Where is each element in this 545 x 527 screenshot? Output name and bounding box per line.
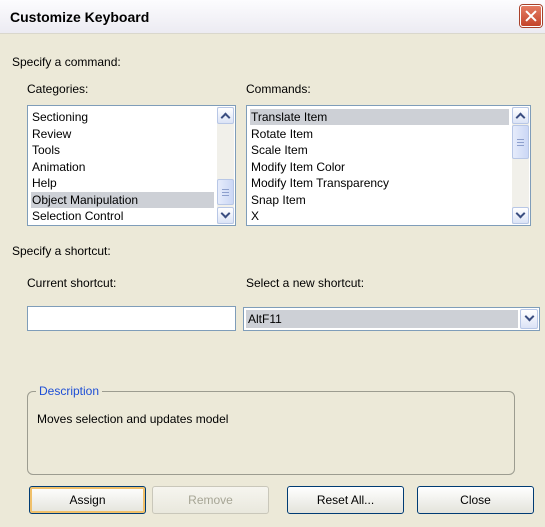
chevron-down-icon [515,208,526,219]
list-item[interactable]: X [250,208,509,224]
list-item[interactable]: Translate Item [250,109,509,125]
categories-list[interactable]: Sectioning Review Tools Animation Help Object… [27,105,236,226]
list-item[interactable]: Modify Item Color [250,159,509,175]
categories-label: Categories: [27,82,89,96]
list-item[interactable]: Rotate Item [250,126,509,142]
current-shortcut-label: Current shortcut: [27,276,117,290]
shortcut-section-heading: Specify a shortcut: [12,244,111,258]
list-item[interactable]: Scale Item [250,142,509,158]
list-item[interactable]: Animation [31,159,214,175]
list-item[interactable]: Object Manipulation [31,191,214,208]
list-item[interactable]: Selection Control [31,208,214,224]
list-item[interactable]: Review [31,126,214,142]
commands-scrollbar[interactable] [512,107,529,224]
categories-scrollbar[interactable] [217,107,234,224]
list-item[interactable]: Modify Item Transparency [250,175,509,191]
assign-button[interactable]: Assign [29,486,146,514]
scroll-up-button[interactable] [512,107,529,124]
commands-list[interactable]: Translate Item Rotate Item Scale Item Modif… [246,105,531,226]
chevron-up-icon [515,112,526,123]
close-button[interactable]: Close [417,486,534,514]
scroll-up-button[interactable] [217,107,234,124]
remove-button[interactable]: Remove [152,486,269,514]
list-item[interactable]: Tools [31,142,214,158]
chevron-down-icon [220,208,231,219]
scroll-thumb[interactable] [512,125,529,159]
chevron-down-icon [524,311,535,322]
reset-all-button[interactable]: Reset All... [287,486,404,514]
list-item[interactable]: Sectioning [31,109,214,125]
description-text: Moves selection and updates model [37,412,229,426]
scroll-down-button[interactable] [512,207,529,224]
scroll-down-button[interactable] [217,207,234,224]
dialog-title: Customize Keyboard [10,9,150,25]
current-shortcut-field[interactable] [27,306,236,331]
list-item[interactable]: Snap Item [250,192,509,208]
title-bar: Customize Keyboard [0,0,545,34]
new-shortcut-label: Select a new shortcut: [246,276,365,290]
dropdown-button[interactable] [520,309,538,329]
new-shortcut-dropdown[interactable]: AltF11 [243,307,540,331]
list-item[interactable]: Help [31,175,214,191]
chevron-up-icon [220,112,231,123]
new-shortcut-value: AltF11 [246,310,518,328]
commands-label: Commands: [246,82,311,96]
close-icon[interactable] [520,5,542,27]
scroll-thumb[interactable] [217,179,234,205]
description-legend: Description [36,384,103,398]
description-group: Moves selection and updates model [27,391,515,475]
command-section-heading: Specify a command: [12,55,121,69]
